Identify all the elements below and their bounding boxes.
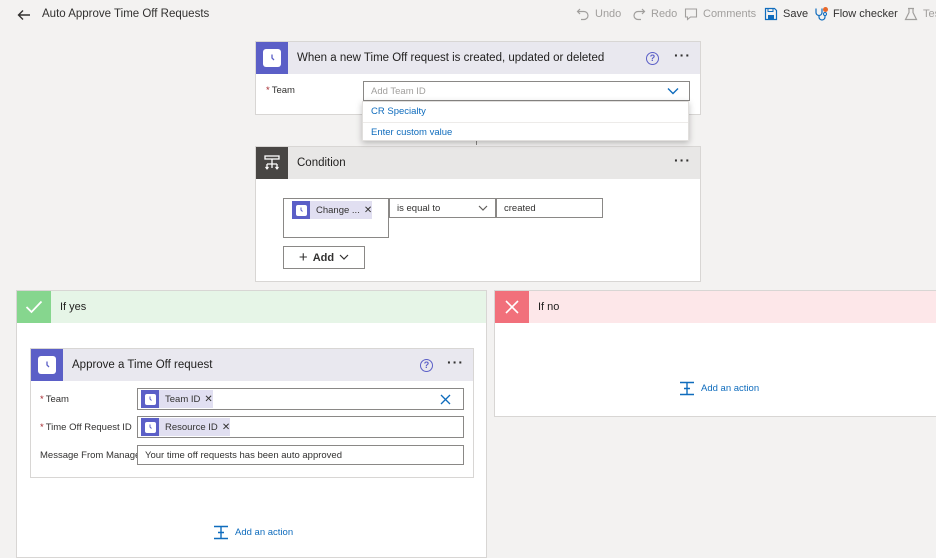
condition-card: Condition ··· Change ... ✕ is equal to c… — [255, 146, 701, 282]
if-yes-branch: If yes Approve a Time Off request ? ··· … — [16, 290, 487, 558]
flask-icon — [904, 7, 918, 21]
more-options-icon[interactable]: ··· — [447, 354, 464, 370]
save-button[interactable]: Save — [764, 7, 808, 21]
condition-value-input[interactable]: created — [496, 198, 603, 218]
add-action-icon — [214, 525, 228, 540]
add-action-button[interactable]: Add an action — [213, 525, 293, 540]
approve-time-off-card: Approve a Time Off request ? ··· * Team T… — [30, 348, 474, 478]
remove-token-icon[interactable]: ✕ — [222, 422, 230, 433]
undo-icon — [576, 8, 589, 21]
teams-shifts-icon — [292, 201, 310, 219]
save-icon — [764, 7, 778, 21]
approve-card-title: Approve a Time Off request — [72, 359, 213, 371]
help-icon[interactable]: ? — [646, 52, 659, 65]
trigger-card-header[interactable]: When a new Time Off request is created, … — [256, 42, 700, 74]
team-field-label: * Team — [266, 85, 295, 96]
team-input[interactable]: Team ID ✕ — [137, 388, 464, 410]
more-options-icon[interactable]: ··· — [674, 47, 691, 63]
test-button[interactable]: Tes — [904, 7, 936, 21]
resource-id-token[interactable]: Resource ID ✕ — [141, 418, 231, 436]
dropdown-option-cr-specialty[interactable]: CR Specialty — [363, 102, 688, 122]
if-yes-title: If yes — [60, 301, 87, 313]
message-field-label: Message From Manager — [40, 450, 144, 461]
comment-icon — [684, 8, 698, 21]
flow-title: Auto Approve Time Off Requests — [42, 8, 210, 20]
flow-checker-button[interactable]: Flow checker — [814, 7, 898, 21]
add-action-icon — [680, 381, 694, 396]
teams-shifts-icon — [31, 349, 63, 381]
if-yes-header[interactable]: If yes — [17, 291, 486, 323]
remove-token-icon[interactable]: ✕ — [364, 205, 372, 216]
team-dropdown-list: CR Specialty Enter custom value — [362, 101, 689, 141]
comments-button[interactable]: Comments — [684, 7, 756, 21]
condition-left-operand[interactable]: Change ... ✕ — [283, 198, 389, 238]
checkmark-icon — [17, 291, 51, 323]
request-id-field-label: * Time Off Request ID — [40, 422, 132, 433]
operator-select[interactable]: is equal to — [389, 198, 496, 218]
back-arrow-icon[interactable] — [16, 7, 32, 23]
message-input[interactable]: Your time off requests has been auto app… — [137, 445, 464, 465]
request-id-input[interactable]: Resource ID ✕ — [137, 416, 464, 438]
undo-button[interactable]: Undo — [576, 7, 621, 21]
team-id-input[interactable]: Add Team ID — [363, 81, 690, 101]
help-icon[interactable]: ? — [420, 359, 433, 372]
dynamic-content-token[interactable]: Change ... ✕ — [292, 201, 373, 219]
condition-icon — [256, 147, 288, 179]
chevron-down-icon[interactable] — [667, 87, 679, 95]
stethoscope-icon — [815, 7, 828, 21]
condition-card-header[interactable]: Condition ··· — [256, 147, 700, 179]
remove-token-icon[interactable]: ✕ — [204, 394, 212, 405]
plus-icon: + — [298, 248, 308, 266]
teams-shifts-icon — [141, 418, 159, 436]
teams-shifts-icon — [256, 42, 288, 74]
approve-card-header[interactable]: Approve a Time Off request ? ··· — [31, 349, 473, 381]
dropdown-option-custom-value[interactable]: Enter custom value — [363, 122, 688, 142]
team-field-label: * Team — [40, 394, 69, 405]
close-icon — [495, 291, 529, 323]
clear-icon[interactable] — [440, 394, 451, 405]
condition-title: Condition — [297, 157, 346, 169]
if-no-branch: If no Add an action — [494, 290, 936, 417]
top-bar: Auto Approve Time Off Requests Undo Redo… — [0, 0, 936, 30]
more-options-icon[interactable]: ··· — [674, 152, 691, 168]
redo-button[interactable]: Redo — [632, 7, 677, 21]
team-id-token[interactable]: Team ID ✕ — [141, 390, 213, 408]
chevron-down-icon — [339, 254, 349, 260]
chevron-down-icon — [478, 205, 488, 211]
add-action-button[interactable]: Add an action — [679, 381, 759, 396]
if-no-title: If no — [538, 301, 560, 313]
if-no-header[interactable]: If no — [495, 291, 936, 323]
add-condition-button[interactable]: + Add — [283, 246, 365, 269]
trigger-title: When a new Time Off request is created, … — [297, 52, 605, 64]
redo-icon — [633, 8, 646, 21]
teams-shifts-icon — [141, 390, 159, 408]
